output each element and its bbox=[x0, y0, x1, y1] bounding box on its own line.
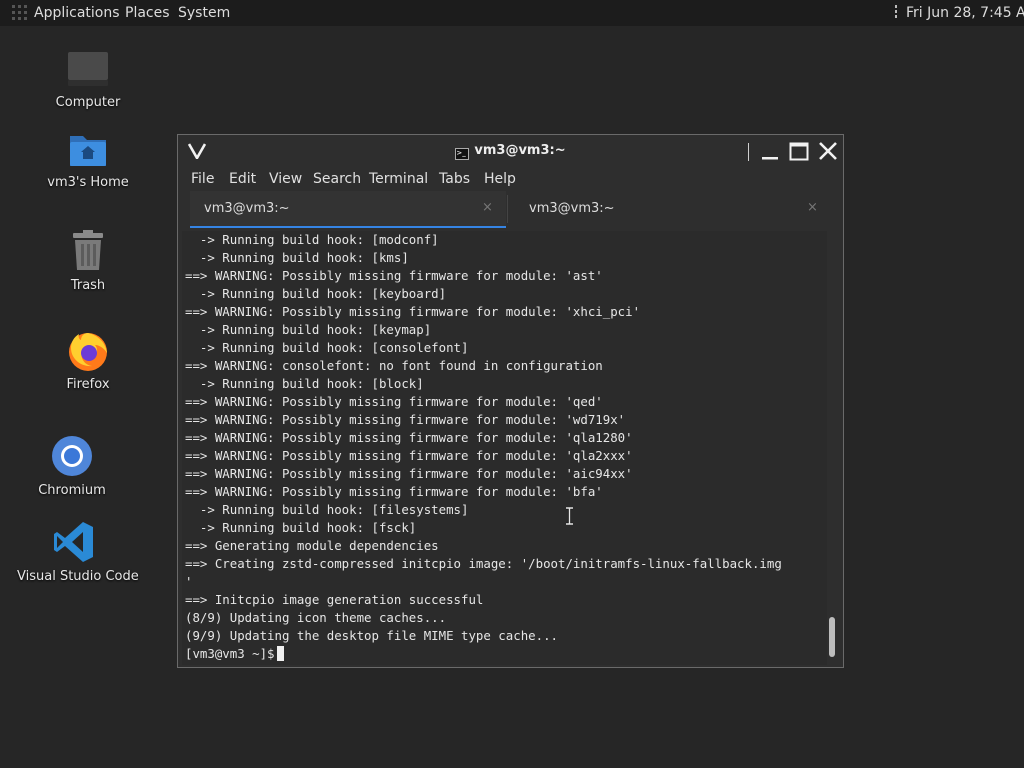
desktop-icon-home[interactable]: vm3's Home bbox=[43, 130, 133, 191]
terminal-line: -> Running build hook: [modconf] bbox=[185, 232, 439, 247]
tab-2[interactable]: vm3@vm3:~ × bbox=[515, 191, 840, 226]
terminal-prompt: [vm3@vm3 ~]$ bbox=[185, 646, 275, 661]
terminal-cursor bbox=[276, 646, 284, 661]
terminal-lines: -> Running build hook: [modconf] -> Runn… bbox=[185, 231, 782, 663]
terminal-line: ==> Generating module dependencies bbox=[185, 538, 439, 553]
tab-label: vm3@vm3:~ bbox=[529, 201, 615, 216]
terminal-line: -> Running build hook: [keymap] bbox=[185, 322, 432, 337]
terminal-line: ==> WARNING: Possibly missing firmware f… bbox=[185, 448, 633, 463]
desktop-icon-label: Firefox bbox=[66, 377, 110, 392]
menu-search[interactable]: Search bbox=[313, 171, 361, 187]
applications-grid-icon[interactable] bbox=[12, 5, 28, 21]
scrollbar[interactable] bbox=[826, 231, 838, 665]
terminal-line: ==> Creating zstd-compressed initcpio im… bbox=[185, 556, 782, 571]
terminal-line: -> Running build hook: [keyboard] bbox=[185, 286, 447, 301]
menu-edit[interactable]: Edit bbox=[229, 171, 256, 187]
tab-1[interactable]: vm3@vm3:~ × bbox=[190, 191, 506, 228]
terminal-line: -> Running build hook: [consolefont] bbox=[185, 340, 469, 355]
panel-handle-icon bbox=[895, 5, 897, 21]
desktop-icon-label: Trash bbox=[70, 278, 106, 293]
trash-icon bbox=[73, 230, 103, 270]
minimize-icon[interactable] bbox=[760, 143, 780, 161]
terminal-line: ==> WARNING: Possibly missing firmware f… bbox=[185, 412, 626, 427]
terminal-line: (9/9) Updating the desktop file MIME typ… bbox=[185, 628, 558, 643]
window-title: >_ vm3@vm3:~ bbox=[178, 143, 843, 160]
chromium-icon bbox=[52, 436, 92, 476]
terminal-line: -> Running build hook: [fsck] bbox=[185, 520, 417, 535]
firefox-icon bbox=[69, 333, 107, 371]
menu-view[interactable]: View bbox=[269, 171, 302, 187]
terminal-line: -> Running build hook: [block] bbox=[185, 376, 424, 391]
menu-file[interactable]: File bbox=[191, 171, 214, 187]
menu-tabs[interactable]: Tabs bbox=[439, 171, 470, 187]
terminal-line: -> Running build hook: [filesystems] bbox=[185, 502, 469, 517]
terminal-line: ==> Initcpio image generation successful bbox=[185, 592, 484, 607]
places-menu[interactable]: Places bbox=[125, 5, 170, 21]
desktop-icon-firefox[interactable]: Firefox bbox=[48, 328, 128, 393]
terminal-line: ' bbox=[185, 574, 193, 589]
terminal-window[interactable]: >_ vm3@vm3:~ File Edit View Search Termin… bbox=[177, 134, 844, 668]
terminal-line: ==> WARNING: Possibly missing firmware f… bbox=[185, 304, 641, 319]
tab-close-icon[interactable]: × bbox=[482, 200, 493, 215]
tab-close-icon[interactable]: × bbox=[807, 200, 818, 215]
computer-icon bbox=[68, 52, 108, 86]
menu-help[interactable]: Help bbox=[484, 171, 516, 187]
terminal-line: (8/9) Updating icon theme caches... bbox=[185, 610, 447, 625]
top-panel: Applications Places System Fri Jun 28, 7… bbox=[0, 0, 1024, 26]
text-cursor-icon bbox=[566, 507, 573, 525]
tab-label: vm3@vm3:~ bbox=[204, 201, 290, 216]
system-menu[interactable]: System bbox=[178, 5, 230, 21]
desktop-icon-chromium[interactable]: Chromium bbox=[32, 434, 112, 499]
title-bar[interactable]: >_ vm3@vm3:~ bbox=[178, 135, 843, 167]
menu-terminal[interactable]: Terminal bbox=[369, 171, 428, 187]
desktop-icon-vscode[interactable]: Visual Studio Code bbox=[14, 520, 139, 585]
title-separator bbox=[748, 143, 749, 161]
desktop-icon-label: Chromium bbox=[38, 483, 106, 498]
terminal-icon: >_ bbox=[455, 148, 470, 160]
terminal-line: ==> WARNING: Possibly missing firmware f… bbox=[185, 394, 603, 409]
close-icon[interactable] bbox=[818, 141, 838, 161]
terminal-line: ==> WARNING: Possibly missing firmware f… bbox=[185, 268, 603, 283]
desktop-icon-label: Computer bbox=[55, 95, 121, 110]
maximize-icon[interactable] bbox=[789, 142, 809, 161]
window-title-text: vm3@vm3:~ bbox=[474, 143, 566, 158]
clock[interactable]: Fri Jun 28, 7:45 AM bbox=[906, 5, 1024, 21]
vscode-icon bbox=[54, 522, 93, 562]
desktop-icon-computer[interactable]: Computer bbox=[48, 50, 128, 111]
terminal-line: ==> WARNING: Possibly missing firmware f… bbox=[185, 430, 633, 445]
terminal-line: ==> WARNING: Possibly missing firmware f… bbox=[185, 466, 633, 481]
desktop-icon-label: vm3's Home bbox=[47, 175, 129, 190]
terminal-output[interactable]: -> Running build hook: [modconf] -> Runn… bbox=[182, 231, 827, 665]
scrollbar-thumb[interactable] bbox=[829, 617, 835, 657]
terminal-line: -> Running build hook: [kms] bbox=[185, 250, 409, 265]
terminal-line: ==> WARNING: Possibly missing firmware f… bbox=[185, 484, 603, 499]
tab-divider bbox=[507, 195, 508, 223]
tab-bar: vm3@vm3:~ × vm3@vm3:~ × bbox=[190, 191, 840, 228]
home-folder-icon bbox=[70, 136, 106, 166]
desktop-icon-label: Visual Studio Code bbox=[17, 569, 139, 584]
applications-menu[interactable]: Applications bbox=[34, 5, 120, 21]
terminal-prompt-line: [vm3@vm3 ~]$ bbox=[185, 645, 782, 663]
desktop-icon-trash[interactable]: Trash bbox=[48, 229, 128, 294]
terminal-line: ==> WARNING: consolefont: no font found … bbox=[185, 358, 603, 373]
